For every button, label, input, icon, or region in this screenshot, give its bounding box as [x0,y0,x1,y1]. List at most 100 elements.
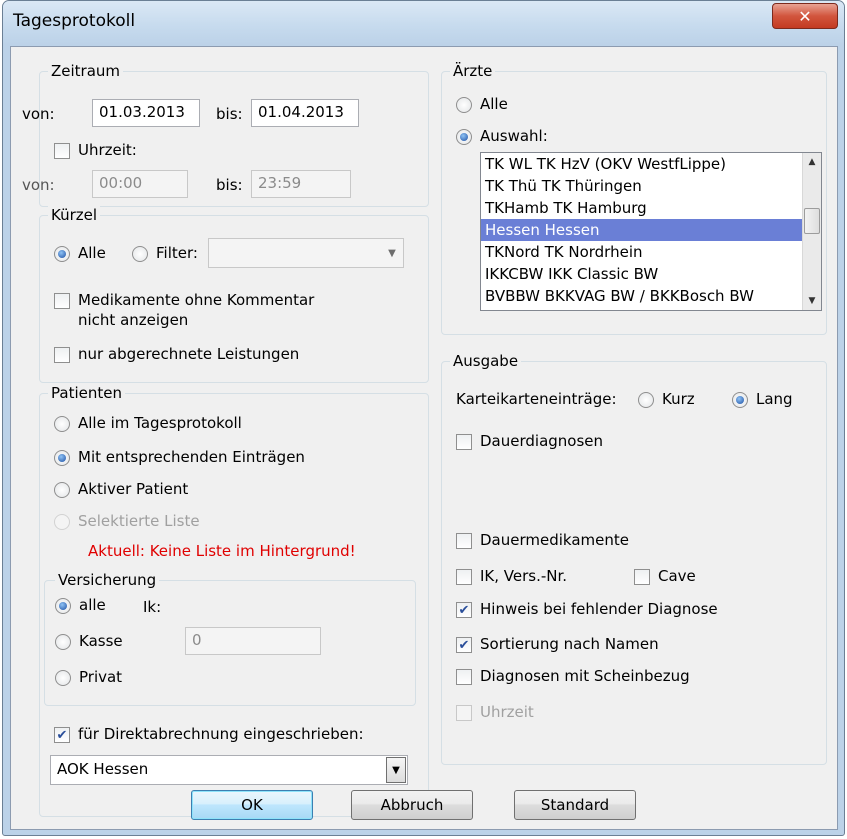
medikamente-label-1: Medikamente ohne Kommentar [78,291,315,309]
abbruch-button[interactable]: Abbruch [351,790,473,820]
dialog-client: Zeitraum von: 01.03.2013 bis: 01.04.2013… [10,46,838,830]
direktabrechnung-checkbox[interactable]: ✔ [54,727,70,743]
versicherung-kasse-label: Kasse [79,632,123,650]
filter-combo[interactable]: ▼ [208,238,404,268]
versicherung-alle-label: alle [79,596,106,614]
aerzte-list-item[interactable]: TK WL TK HzV (OKV WestfLippe) [481,153,821,175]
warning-text: Aktuell: Keine Liste im Hintergrund! [88,542,356,560]
patienten-group: Patienten Alle im Tagesprotokoll Mit ent… [39,384,429,817]
versicherung-privat-radio[interactable] [55,670,71,686]
von-date-input[interactable]: 01.03.2013 [92,99,200,127]
title-bar[interactable]: Tagesprotokoll ✕ [3,1,844,45]
cave-label: Cave [658,567,696,585]
aerzte-listbox[interactable]: TK WL TK HzV (OKV WestfLippe) TK Thü TK T… [480,152,822,311]
ik-vers-label: IK, Vers.-Nr. [480,567,568,585]
patienten-legend: Patienten [48,384,125,402]
aerzte-list-item[interactable]: TKHamb TK Hamburg [481,197,821,219]
dialog-window: Tagesprotokoll ✕ Zeitraum von: 01.03.201… [2,0,845,836]
hinweis-label: Hinweis bei fehlender Diagnose [480,600,718,618]
uhrzeit-checkbox[interactable] [54,143,70,159]
von-label: von: [22,105,55,123]
medikamente-checkbox[interactable] [54,293,70,309]
close-button[interactable]: ✕ [772,3,838,29]
zeitraum-group: Zeitraum von: 01.03.2013 bis: 01.04.2013… [22,62,429,207]
versicherung-group: Versicherung alle Ik: Kasse 0 Privat [44,571,416,706]
sortierung-checkbox[interactable]: ✔ [456,637,472,653]
patienten-all-label: Alle im Tagesprotokoll [78,414,242,432]
kuerzel-group: Kürzel Alle Filter: ▼ Medikamente ohne K… [39,206,429,383]
direktabrechnung-value: AOK Hessen [57,760,149,778]
sortierung-label: Sortierung nach Namen [480,635,659,653]
aerzte-auswahl-radio[interactable] [456,129,472,145]
patienten-all-radio[interactable] [54,416,70,432]
patienten-entries-label: Mit entsprechenden Einträgen [78,448,305,466]
ik-vers-checkbox[interactable] [456,569,472,585]
diagnosen-label: Diagnosen mit Scheinbezug [480,667,690,685]
uhrzeit-ausgabe-label: Uhrzeit [480,703,534,721]
cave-checkbox[interactable] [634,569,650,585]
dauermedikamente-label: Dauermedikamente [480,531,629,549]
ik-label: Ik: [143,598,162,616]
kartei-kurz-label: Kurz [662,390,695,408]
aerzte-list-items: TK WL TK HzV (OKV WestfLippe) TK Thü TK T… [481,153,821,307]
time-bis-input[interactable]: 23:59 [251,170,351,198]
bis-label: bis: [216,105,243,123]
diagnosen-checkbox[interactable] [456,669,472,685]
hinweis-checkbox[interactable]: ✔ [456,602,472,618]
standard-button[interactable]: Standard [514,790,636,820]
ok-button[interactable]: OK [191,790,313,820]
aerzte-list-item[interactable]: TK Thü TK Thüringen [481,175,821,197]
aerzte-list-item[interactable]: Hessen Hessen [481,219,821,241]
kasse-input[interactable]: 0 [185,627,321,655]
patienten-list-label: Selektierte Liste [78,512,200,530]
aerzte-scrollbar[interactable]: ▲ ▼ [802,153,821,310]
chevron-down-icon: ▼ [388,247,396,259]
direktabrechnung-combo[interactable]: AOK Hessen ▼ [50,755,408,785]
versicherung-kasse-radio[interactable] [55,634,71,650]
aerzte-alle-label: Alle [480,95,508,113]
direktabrechnung-label: für Direktabrechnung eingeschrieben: [78,725,364,743]
kuerzel-alle-radio[interactable] [54,246,70,262]
nur-abgerechnete-label: nur abgerechnete Leistungen [78,345,300,363]
close-icon: ✕ [798,6,812,26]
versicherung-legend: Versicherung [55,571,160,589]
zeitraum-legend: Zeitraum [48,62,124,80]
bis-date-input[interactable]: 01.04.2013 [251,99,359,127]
time-von-label: von: [22,176,55,194]
aerzte-auswahl-label: Auswahl: [480,127,548,145]
scroll-thumb[interactable] [804,208,820,234]
patienten-active-label: Aktiver Patient [78,480,189,498]
kuerzel-filter-radio[interactable] [132,246,148,262]
aerzte-group: Ärzte Alle Auswahl: TK WL TK HzV (OKV We… [441,62,827,335]
kartei-kurz-radio[interactable] [638,392,654,408]
uhrzeit-label: Uhrzeit: [78,141,137,159]
aerzte-list-item[interactable]: IKKCBW IKK Classic BW [481,263,821,285]
nur-abgerechnete-checkbox[interactable] [54,347,70,363]
medikamente-label-2: nicht anzeigen [78,311,189,329]
kuerzel-legend: Kürzel [48,206,101,224]
kuerzel-alle-label: Alle [78,244,106,262]
time-von-input[interactable]: 00:00 [92,170,188,198]
kartei-lang-label: Lang [756,390,793,408]
aerzte-list-item[interactable]: BVBBW BKKVAG BW / BKKBosch BW [481,285,821,307]
scroll-up-icon[interactable]: ▲ [803,153,821,171]
versicherung-privat-label: Privat [79,668,123,686]
kartei-lang-radio[interactable] [732,392,748,408]
kuerzel-filter-label: Filter: [156,244,198,262]
versicherung-alle-radio[interactable] [55,598,71,614]
time-bis-label: bis: [216,176,243,194]
uhrzeit-ausgabe-checkbox[interactable] [456,705,472,721]
dauermedikamente-checkbox[interactable] [456,533,472,549]
aerzte-alle-radio[interactable] [456,97,472,113]
aerzte-list-item[interactable]: TKNord TK Nordrhein [481,241,821,263]
dauerdiagnosen-checkbox[interactable] [456,434,472,450]
patienten-active-radio[interactable] [54,482,70,498]
scroll-down-icon[interactable]: ▼ [803,292,821,310]
patienten-entries-radio[interactable] [54,450,70,466]
chevron-down-icon[interactable]: ▼ [386,757,406,783]
kartei-label: Karteikarteneinträge: [456,390,617,408]
patienten-list-radio[interactable] [54,514,70,530]
ausgabe-legend: Ausgabe [450,352,522,370]
dauerdiagnosen-label: Dauerdiagnosen [480,432,604,450]
ausgabe-group: Ausgabe Karteikarteneinträge: Kurz Lang … [441,352,827,765]
